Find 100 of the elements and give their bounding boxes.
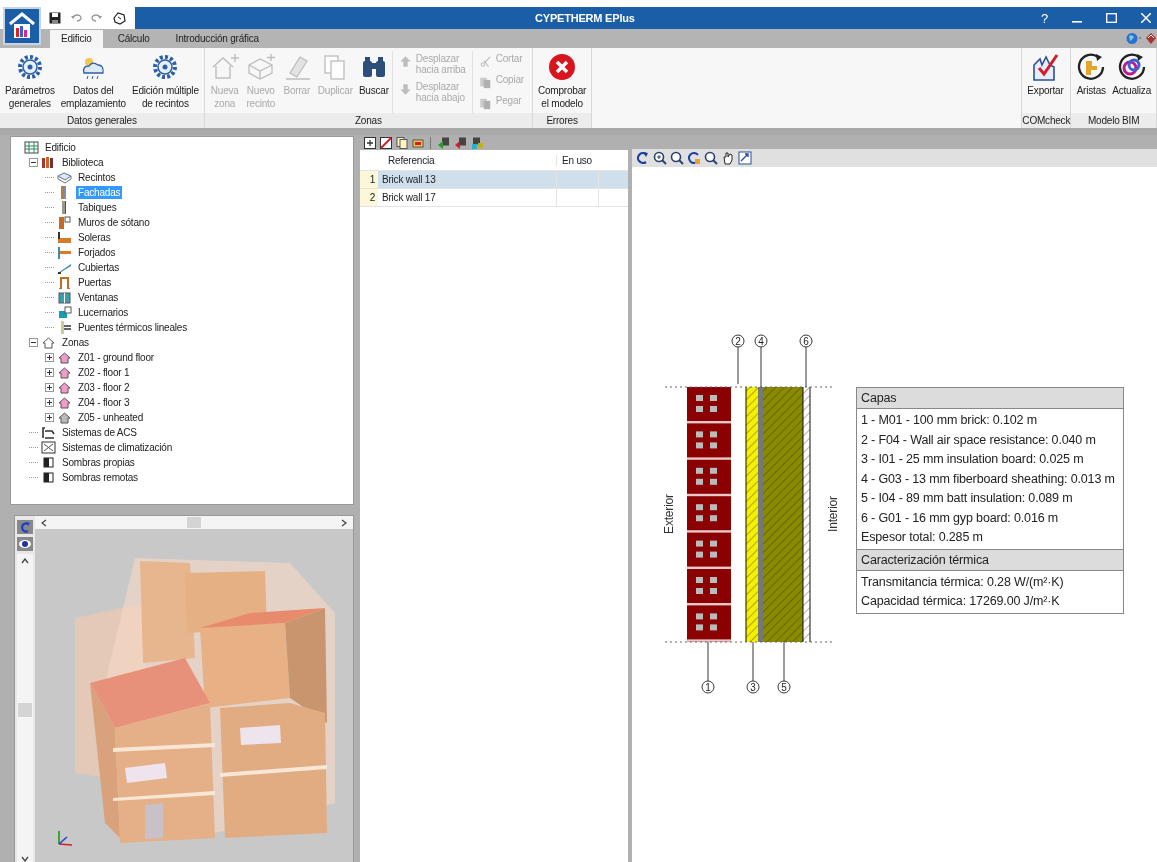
app-logo-icon[interactable] (3, 7, 41, 45)
refresh-icon[interactable] (687, 151, 701, 165)
export-icon[interactable] (454, 136, 467, 149)
pages-icon (478, 97, 492, 110)
ribbon-button[interactable]: Buscar (355, 51, 392, 99)
up-caret-icon[interactable] (21, 558, 29, 564)
tree-item[interactable]: Sistemas de ACS (60, 426, 139, 439)
close-icon[interactable] (1141, 13, 1151, 23)
tree-item[interactable]: Sombras remotas (60, 471, 140, 484)
tree-item[interactable]: Zonas (60, 336, 91, 349)
ribbon-button[interactable]: Parámetros generales (2, 51, 58, 112)
tree-item[interactable]: Puentes térmicos lineales (76, 321, 189, 334)
tree-item[interactable]: Ventanas (76, 291, 121, 304)
vertical-scrollbar[interactable] (17, 554, 33, 862)
tree-item[interactable]: Sombras propias (60, 456, 137, 469)
grayhouse-icon (57, 411, 72, 424)
house-icon (41, 336, 56, 349)
collapse-icon[interactable] (29, 158, 38, 167)
scissors-icon (478, 55, 492, 68)
redo-icon[interactable] (91, 13, 103, 23)
help-button[interactable]: ? (1040, 10, 1048, 26)
expand-icon[interactable] (45, 413, 54, 422)
tree-item[interactable]: Z04 - floor 3 (76, 396, 132, 409)
tree-item[interactable]: Z01 - ground floor (76, 351, 156, 364)
callout-number: 3 (746, 680, 760, 694)
expand-icon[interactable] (45, 353, 54, 362)
ribbon-button[interactable]: Exportar (1024, 51, 1067, 99)
collapse-icon[interactable] (29, 338, 38, 347)
leader-line (752, 641, 754, 682)
fit-icon[interactable] (738, 151, 752, 165)
room-icon (57, 171, 72, 184)
window-title: CYPETHERM EPlus (535, 12, 635, 24)
scroll-thumb[interactable] (187, 517, 201, 528)
rotate-icon[interactable] (636, 151, 650, 165)
column-header[interactable]: Referencia (378, 154, 556, 166)
tree-item[interactable]: Z05 - unheated (76, 411, 146, 424)
expand-icon[interactable] (45, 383, 54, 392)
save-icon[interactable] (49, 12, 61, 24)
shade-icon (41, 456, 56, 469)
refresh-icon (1116, 53, 1147, 81)
tree-item[interactable]: Z02 - floor 1 (76, 366, 132, 379)
ribbon-tab[interactable]: Introducción gráfica (164, 30, 270, 48)
table-cell-text: Brick wall 13 (381, 174, 437, 185)
tree-item[interactable]: Puertas (76, 276, 114, 289)
import-icon[interactable] (437, 136, 450, 149)
left-caret-icon[interactable] (41, 518, 47, 527)
maximize-icon[interactable] (1106, 13, 1117, 23)
zoom-window-icon[interactable] (670, 151, 684, 165)
column-header[interactable]: En uso (556, 154, 597, 166)
ribbon-button[interactable]: Comprobar el modelo (534, 51, 590, 112)
scroll-thumb[interactable] (18, 703, 32, 717)
tree-item[interactable]: Muros de sótano (76, 216, 152, 229)
basement-icon (57, 216, 72, 229)
leader-line (737, 346, 739, 385)
down-caret-icon[interactable] (21, 856, 29, 862)
table-row[interactable]: 1 Brick wall 13 (360, 171, 628, 189)
tree-item[interactable]: Soleras (76, 231, 113, 244)
folder-icon[interactable] (412, 136, 424, 149)
ribbon-button[interactable]: Edición múltiple de recintos (128, 51, 202, 112)
table-row[interactable]: 2 Brick wall 17 (360, 189, 628, 207)
callout-number: 5 (777, 680, 791, 694)
ribbon-tab[interactable]: Edificio (50, 30, 103, 48)
add-icon[interactable] (364, 136, 376, 149)
eye-icon[interactable] (17, 537, 33, 551)
horizontal-scrollbar[interactable] (35, 516, 353, 529)
group-label: Datos generales (0, 113, 204, 128)
tree-item[interactable]: Recintos (76, 171, 118, 184)
tree-item[interactable]: Forjados (76, 246, 118, 259)
ribbon-button[interactable]: Actualiza (1109, 51, 1154, 99)
tree-item[interactable]: Sistemas de climatización (60, 441, 175, 454)
pinkhouse-icon (57, 381, 72, 394)
ribbon-button[interactable]: Aristas (1073, 51, 1110, 99)
undo-icon[interactable] (70, 13, 82, 23)
edges-icon (1076, 53, 1107, 81)
callout-number: 1 (701, 680, 715, 694)
copy-icon[interactable] (396, 136, 408, 149)
tree-item[interactable]: Biblioteca (60, 156, 106, 169)
tree-item[interactable]: Edificio (43, 141, 78, 154)
pinkhouse-icon (57, 366, 72, 379)
zoom-extents-icon[interactable] (653, 151, 667, 165)
ribbon-tab[interactable]: Cálculo (106, 30, 161, 48)
tree-item[interactable]: Tabiques (76, 201, 119, 214)
tree-item[interactable]: Z03 - floor 2 (76, 381, 132, 394)
tree-item[interactable]: Lucernarios (76, 306, 131, 319)
delete-icon[interactable] (380, 136, 392, 149)
table-cell-text: 6 - G01 - 16 mm gyp board: 0.016 m (861, 509, 1060, 527)
expand-icon[interactable] (45, 398, 54, 407)
skylight-icon (57, 306, 72, 319)
table-cell-text: 3 - I01 - 25 mm insulation board: 0.025 m (861, 451, 1085, 468)
row-number: 1 (360, 171, 378, 188)
table-cell-text: 4 - G03 - 13 mm fiberboard sheathing: 0.013 m (861, 470, 1116, 488)
shade-icon (41, 471, 56, 484)
zoom-icon[interactable] (704, 151, 718, 165)
tree-item[interactable]: Cubiertas (76, 261, 121, 274)
door-icon (57, 276, 72, 289)
slab-icon (57, 231, 72, 244)
ribbon-button[interactable]: Datos del emplazamiento (57, 51, 129, 112)
expand-icon[interactable] (45, 368, 54, 377)
roof-icon (57, 261, 72, 274)
right-caret-icon[interactable] (341, 518, 347, 527)
